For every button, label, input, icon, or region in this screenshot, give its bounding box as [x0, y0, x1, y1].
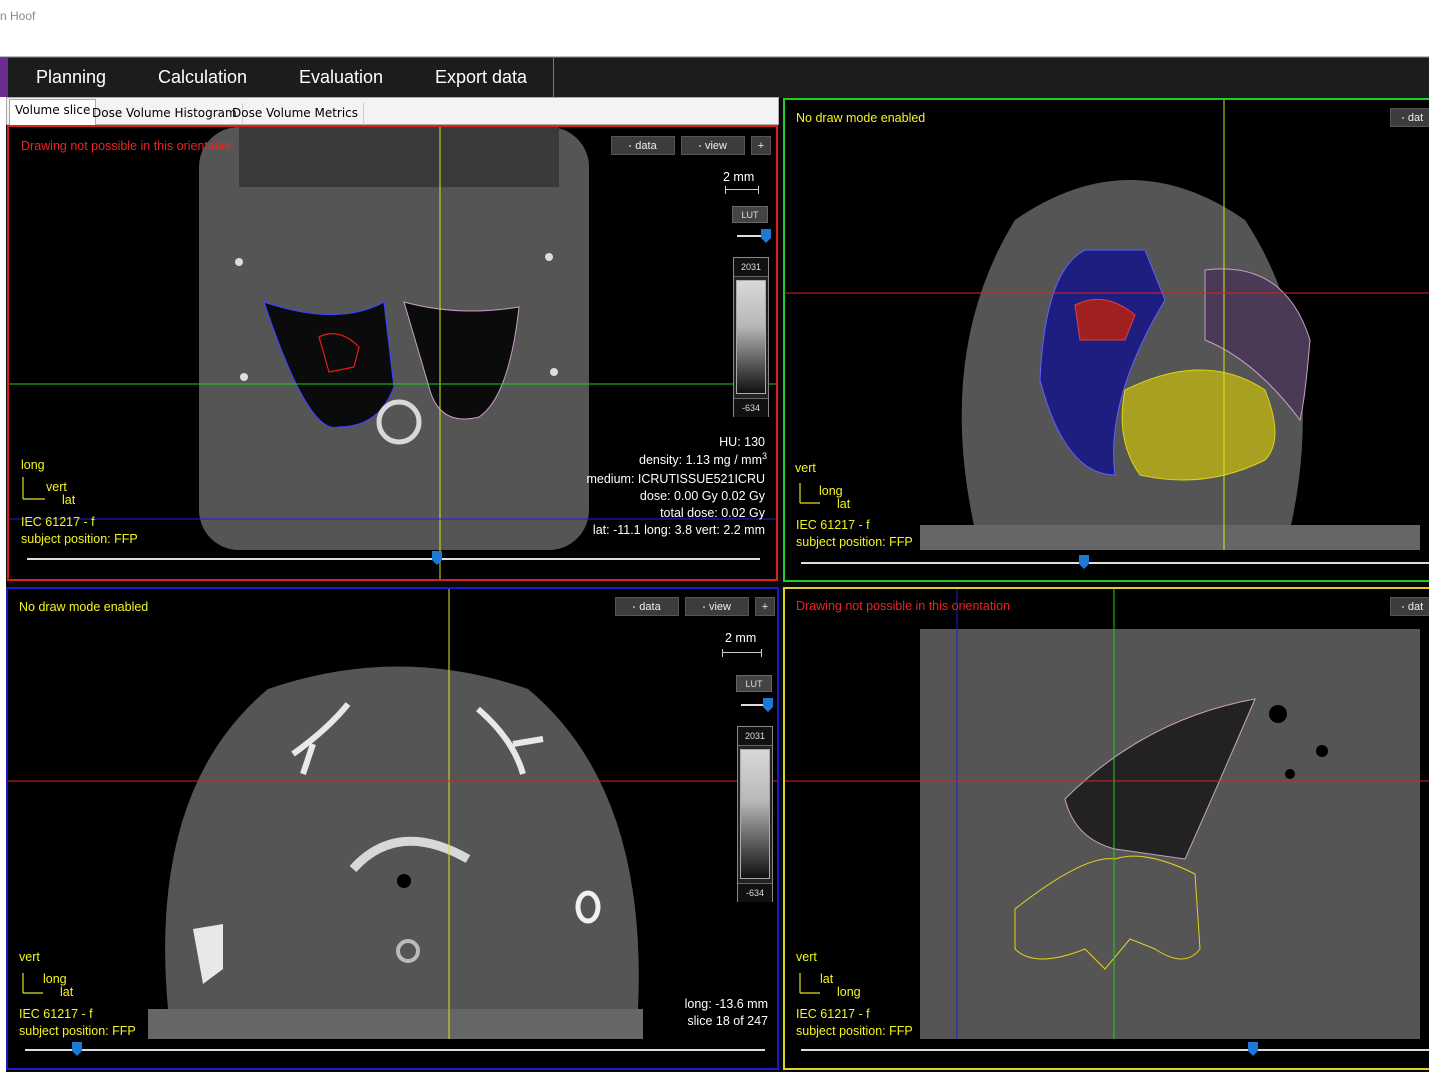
view-tabbar: Volume slice Dose Volume Histogram Dose …	[6, 97, 779, 125]
menu-separator	[553, 58, 554, 98]
tab-dose-volume-histogram[interactable]: Dose Volume Histogram	[87, 103, 243, 125]
transverse-top-viewport[interactable]: No draw mode enabled dat vert long lat I…	[783, 98, 1429, 582]
coronal-subject-position: subject position: FFP	[21, 532, 138, 546]
menu-calculation[interactable]: Calculation	[158, 67, 247, 88]
transverse-bottom-long-readout: long: -13.6 mm	[684, 997, 768, 1011]
transverse-top-status: No draw mode enabled	[796, 111, 926, 125]
coronal-medium-readout: medium: ICRUTISSUE521ICRU	[586, 472, 765, 486]
sagittal-subject-position: subject position: FFP	[796, 1024, 913, 1038]
coronal-hu-readout: HU: 130	[719, 435, 765, 449]
transverse-top-axis-up-label: vert	[795, 461, 816, 475]
menu-planning[interactable]: Planning	[36, 67, 106, 88]
coronal-head	[239, 127, 559, 187]
coronal-scale-label: 2 mm	[723, 170, 755, 184]
transverse-top-table	[920, 525, 1420, 550]
transverse-top-heart	[1121, 369, 1276, 481]
coronal-lut-colorbar[interactable]: 2031 -634	[733, 257, 769, 417]
transverse-bottom-axis-up-label: vert	[19, 950, 40, 964]
coronal-axis-up-label: long	[21, 458, 45, 472]
transverse-bottom-status: No draw mode enabled	[19, 600, 149, 614]
window-titlebar: n Hoof	[0, 0, 1429, 57]
transverse-bottom-axis-right-top-label: long	[43, 972, 67, 986]
transverse-bottom-view-button[interactable]: view	[685, 597, 749, 616]
sagittal-slice-slider-thumb[interactable]	[1248, 1042, 1259, 1056]
transverse-bottom-slice-slider-thumb[interactable]	[71, 1042, 82, 1056]
transverse-top-data-button[interactable]: dat	[1390, 108, 1429, 127]
tab-dose-volume-metrics[interactable]: Dose Volume Metrics	[227, 103, 365, 125]
coronal-body	[199, 127, 589, 550]
coronal-axis-right-bottom-label: lat	[62, 493, 76, 507]
coronal-lut-gradient	[736, 280, 766, 394]
transverse-top-axis-right-top-label: long	[819, 484, 843, 498]
coronal-slice-slider[interactable]	[27, 558, 760, 560]
window-title: n Hoof	[0, 9, 36, 23]
transverse-bottom-subject-position: subject position: FFP	[19, 1024, 136, 1038]
transverse-bottom-scale-bar	[722, 649, 762, 657]
transverse-bottom-lut-gradient	[740, 749, 770, 879]
transverse-bottom-standard-label: IEC 61217 - f	[19, 1007, 93, 1021]
transverse-bottom-lut-max: 2031	[738, 727, 772, 746]
menu-accent-strip	[0, 58, 8, 98]
transverse-bottom-spinal-canal	[397, 874, 411, 888]
coronal-lut-max: 2031	[734, 258, 768, 277]
transverse-bottom-slice-readout: slice 18 of 247	[687, 1014, 768, 1028]
coronal-coords-readout: lat: -11.1 long: 3.8 vert: 2.2 mm	[592, 523, 765, 537]
menu-evaluation[interactable]: Evaluation	[299, 67, 383, 88]
coronal-status: Drawing not possible in this orientation	[21, 139, 236, 153]
transverse-bottom-lut-min: -634	[738, 883, 772, 902]
sagittal-axis-up-label: vert	[796, 950, 817, 964]
coronal-data-button[interactable]: data	[611, 136, 675, 155]
sagittal-ct-image	[785, 589, 1429, 1039]
sagittal-standard-label: IEC 61217 - f	[796, 1007, 870, 1021]
transverse-top-ct-image	[785, 100, 1429, 550]
transverse-top-slice-slider[interactable]	[801, 562, 1429, 564]
transverse-bottom-scale-label: 2 mm	[725, 631, 757, 645]
main-menubar: Planning Calculation Evaluation Export d…	[0, 57, 1429, 98]
transverse-bottom-data-button[interactable]: data	[615, 597, 679, 616]
sagittal-axis-right-bottom-label: long	[837, 985, 861, 999]
coronal-viewport[interactable]: Drawing not possible in this orientation…	[7, 125, 778, 581]
tab-volume-slice[interactable]: Volume slice	[9, 99, 97, 125]
coronal-total-dose-readout: total dose: 0.02 Gy	[660, 506, 765, 520]
transverse-bottom-lut-button[interactable]: LUT	[736, 675, 772, 692]
sagittal-viewport[interactable]: Drawing not possible in this orientation…	[783, 587, 1429, 1070]
transverse-bottom-plus-button[interactable]: +	[755, 597, 775, 616]
transverse-bottom-table	[148, 1009, 643, 1039]
transverse-top-standard-label: IEC 61217 - f	[796, 518, 870, 532]
transverse-bottom-ct-image	[8, 589, 777, 1039]
coronal-lut-slider-thumb[interactable]	[761, 229, 771, 243]
coronal-lut-button[interactable]: LUT	[732, 206, 768, 223]
coronal-view-button[interactable]: view	[681, 136, 745, 155]
transverse-bottom-viewport[interactable]: No draw mode enabled data view + 2 mm LU…	[6, 587, 779, 1070]
coronal-axis-right-top-label: vert	[46, 480, 67, 494]
transverse-bottom-lut-slider-thumb[interactable]	[763, 698, 773, 712]
sagittal-slice-slider[interactable]	[801, 1049, 1429, 1051]
menu-export-data[interactable]: Export data	[435, 67, 527, 88]
coronal-plus-button[interactable]: +	[751, 136, 771, 155]
coronal-standard-label: IEC 61217 - f	[21, 515, 95, 529]
transverse-top-subject-position: subject position: FFP	[796, 535, 913, 549]
transverse-top-axis-right-bottom-label: lat	[837, 497, 851, 511]
sagittal-data-button[interactable]: dat	[1390, 597, 1429, 616]
transverse-bottom-slice-slider[interactable]	[25, 1049, 765, 1051]
coronal-lut-min: -634	[734, 398, 768, 417]
transverse-top-slice-slider-thumb[interactable]	[1078, 555, 1089, 569]
sagittal-status: Drawing not possible in this orientation	[796, 599, 1011, 613]
coronal-scale-bar	[725, 186, 759, 194]
transverse-bottom-axis-right-bottom-label: lat	[60, 985, 74, 999]
coronal-dose-readout: dose: 0.00 Gy 0.02 Gy	[639, 489, 765, 503]
coronal-slice-slider-thumb[interactable]	[432, 551, 443, 565]
transverse-bottom-lut-colorbar[interactable]: 2031 -634	[737, 726, 773, 902]
sagittal-axis-right-top-label: lat	[820, 972, 834, 986]
coronal-density-readout: density: 1.13 mg / mm3	[639, 451, 767, 468]
